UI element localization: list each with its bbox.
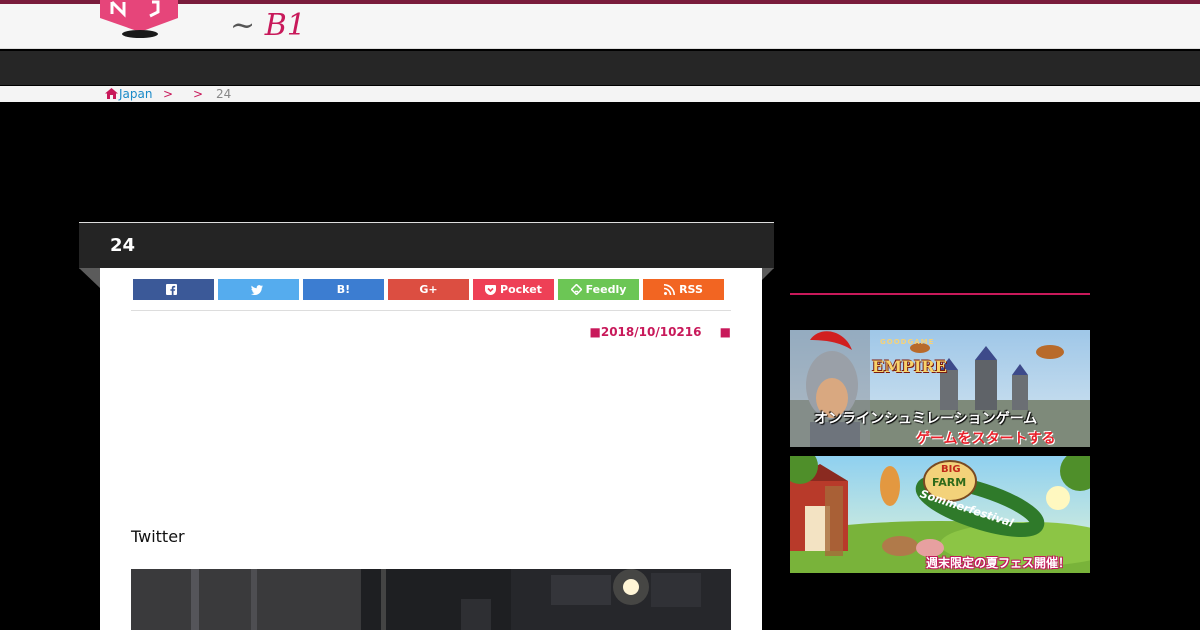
ad-banner-bigfarm[interactable]: BIG FARM Sommerfestival 週末限定の夏フェス開催！ bbox=[790, 456, 1090, 573]
ad-empire-title: EMPIRE bbox=[872, 357, 947, 376]
article-title: 24 bbox=[110, 235, 136, 256]
share-hatena-label: B! bbox=[336, 283, 351, 296]
article-content: B! G+ Pocket Feedly RSS ■2018/10/10216 ■… bbox=[100, 268, 762, 630]
site-title-prefix: ~ bbox=[230, 8, 265, 43]
share-rss-button[interactable]: RSS bbox=[643, 279, 724, 300]
share-pocket-label: Pocket bbox=[500, 283, 542, 296]
breadcrumb: Japan > > 24 bbox=[0, 86, 1200, 102]
share-feedly-button[interactable]: Feedly bbox=[558, 279, 639, 300]
share-googleplus-button[interactable]: G+ bbox=[388, 279, 469, 300]
breadcrumb-separator: > bbox=[193, 87, 204, 101]
share-rss-label: RSS bbox=[679, 283, 703, 296]
breadcrumb-home-link[interactable]: Japan bbox=[119, 86, 152, 102]
ad-empire-line1: オンラインシュミレーションゲーム bbox=[814, 411, 1038, 427]
share-pocket-button[interactable]: Pocket bbox=[473, 279, 554, 300]
rss-icon bbox=[664, 284, 676, 295]
share-hatena-button[interactable]: B! bbox=[303, 279, 384, 300]
share-divider bbox=[131, 310, 731, 311]
ad-bigfarm-brand2: FARM bbox=[932, 476, 967, 489]
feedly-icon bbox=[570, 284, 582, 295]
site-title[interactable]: ~ B1 bbox=[230, 8, 306, 43]
site-header: ~ B1 bbox=[0, 0, 1200, 49]
article-title-bar: 24 bbox=[79, 222, 774, 269]
share-twitter-button[interactable] bbox=[218, 279, 299, 300]
home-icon[interactable] bbox=[105, 88, 118, 99]
global-nav bbox=[0, 51, 1200, 85]
pocket-icon bbox=[485, 284, 497, 295]
share-facebook-button[interactable] bbox=[133, 279, 214, 300]
sidebar-divider bbox=[790, 293, 1090, 295]
post-date-marker: ■ bbox=[719, 325, 731, 339]
share-googleplus-label: G+ bbox=[419, 283, 438, 296]
site-title-main: B1 bbox=[264, 8, 306, 43]
ribbon-fold-left bbox=[79, 268, 100, 288]
post-date: ■2018/10/10216 ■ bbox=[590, 325, 731, 339]
ad-empire-line2: ゲームをスタートする bbox=[916, 431, 1056, 447]
article-photo bbox=[131, 569, 731, 630]
ribbon-fold-right bbox=[762, 268, 774, 280]
breadcrumb-current: 24 bbox=[216, 87, 232, 101]
post-date-text: ■2018/10/10216 bbox=[589, 325, 702, 339]
ad-empire-brand: GOODGAME bbox=[880, 338, 935, 346]
share-feedly-label: Feedly bbox=[585, 283, 627, 296]
twitter-icon bbox=[250, 284, 263, 295]
facebook-icon bbox=[166, 284, 177, 295]
ad-bigfarm-brand1: BIG bbox=[941, 464, 961, 475]
breadcrumb-separator: > bbox=[163, 87, 174, 101]
ad-banner-empire[interactable]: GOODGAME EMPIRE オンラインシュミレーションゲーム ゲームをスター… bbox=[790, 330, 1090, 447]
site-logo-icon[interactable] bbox=[100, 0, 178, 40]
ad-bigfarm-line1: 週末限定の夏フェス開催！ bbox=[926, 556, 1071, 570]
twitter-heading: Twitter bbox=[131, 527, 185, 546]
